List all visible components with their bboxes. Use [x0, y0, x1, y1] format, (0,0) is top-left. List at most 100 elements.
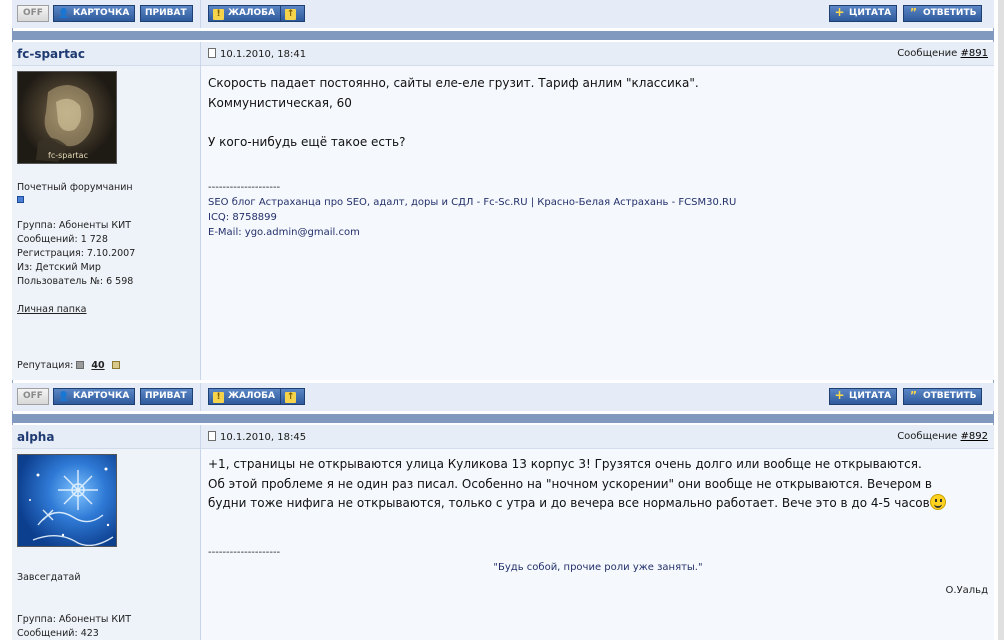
avatar[interactable]: fc-spartac	[17, 71, 117, 164]
document-icon	[208, 48, 216, 58]
signature-line: ICQ: 8758899	[208, 212, 277, 223]
reply-button[interactable]: ” ОТВЕТИТЬ	[903, 388, 983, 405]
arrow-up-icon: ↑	[285, 9, 296, 20]
private-message-button[interactable]: ПРИВАТ	[140, 388, 193, 405]
plus-icon: +	[834, 388, 845, 402]
smile-icon	[929, 494, 946, 510]
post-body: fc-spartac Почетный форумчанин Группа: А…	[12, 66, 994, 380]
post-signature: -------------------- "Будь собой, прочие…	[208, 545, 988, 598]
quote-mark-icon: ”	[909, 389, 918, 402]
post-text-line: Об этой проблеме я не один раз писал. Ос…	[208, 476, 933, 491]
post-text-line: Скорость падает постоянно, сайты еле-еле…	[208, 76, 699, 90]
post-number-label: Сообщение	[897, 48, 958, 59]
signature-divider: --------------------	[208, 182, 281, 193]
warning-icon: !	[213, 392, 224, 403]
post-author[interactable]: fc-spartac	[17, 47, 85, 61]
signature-quote-author: О.Уальд	[945, 585, 988, 596]
signature-line[interactable]: SEO блог Астраханца про SEO, адалт, доры…	[208, 195, 736, 210]
post-text-line: У кого-нибудь ещё такое есть?	[208, 134, 406, 149]
rank-pip-icon	[17, 196, 24, 203]
profile-card-label: КАРТОЧКА	[73, 8, 130, 18]
user-rank: Завсегдатай	[17, 572, 81, 583]
post-separator	[12, 31, 994, 40]
post-separator	[12, 414, 994, 423]
post-header: fc-spartac 10.1.2010, 18:41 Сообщение #8…	[12, 42, 994, 66]
author-info-panel: Завсегдатай Группа: Абоненты КИТ Сообщен…	[12, 449, 201, 640]
private-label: ПРИВАТ	[145, 391, 187, 401]
signature-divider: --------------------	[208, 547, 281, 558]
post-actions-bar: OFF 👤 КАРТОЧКА ПРИВАТ ! ЖАЛОБА ↑ + ЦИТАТА ”…	[12, 0, 994, 28]
quote-label: ЦИТАТА	[849, 8, 892, 18]
snowflake-avatar-image	[29, 467, 114, 546]
post-header: alpha 10.1.2010, 18:45 Сообщение #892	[12, 425, 994, 449]
user-number: Пользователь №: 6 598	[17, 276, 134, 287]
lion-avatar-image: fc-spartac	[36, 84, 94, 162]
scroll-top-button[interactable]: ↑	[280, 388, 305, 405]
avatar[interactable]	[17, 454, 117, 547]
post-text: Скорость падает постоянно, сайты еле-еле…	[208, 74, 988, 152]
quote-button[interactable]: + ЦИТАТА	[829, 5, 898, 22]
user-rank: Почетный форумчанин	[17, 182, 133, 193]
post-date-text: 10.1.2010, 18:45	[220, 432, 307, 443]
warning-icon: !	[213, 9, 224, 20]
online-status-off: OFF	[17, 388, 49, 405]
post-text: +1, страницы не открываются улица Кулико…	[208, 455, 988, 514]
page-scrollbar[interactable]	[998, 0, 1004, 640]
user-post-count: Сообщений: 1 728	[17, 234, 108, 245]
reply-button[interactable]: ” ОТВЕТИТЬ	[903, 5, 983, 22]
profile-card-label: КАРТОЧКА	[73, 391, 130, 401]
profile-card-button[interactable]: 👤 КАРТОЧКА	[53, 5, 136, 22]
post-text-line-content: будни тоже нифига не открываются, только…	[208, 496, 930, 510]
arrow-up-icon: ↑	[285, 392, 296, 403]
post-text-line	[208, 113, 988, 133]
quote-mark-icon: ”	[909, 6, 918, 19]
complaint-label: ЖАЛОБА	[228, 8, 275, 18]
reputation-plus-icon[interactable]	[111, 361, 120, 369]
complaint-button[interactable]: ! ЖАЛОБА	[208, 388, 281, 405]
user-icon: 👤	[58, 392, 70, 402]
user-group: Группа: Абоненты КИТ	[17, 614, 132, 625]
online-status-off: OFF	[17, 5, 49, 22]
post-text-line: +1, страницы не открываются улица Кулико…	[208, 457, 922, 471]
quote-button[interactable]: + ЦИТАТА	[829, 388, 898, 405]
post-actions-bar: OFF 👤 КАРТОЧКА ПРИВАТ ! ЖАЛОБА ↑ + ЦИТАТА ”…	[12, 383, 994, 411]
author-info-panel: fc-spartac Почетный форумчанин Группа: А…	[12, 66, 201, 380]
reputation-label: Репутация:	[17, 360, 74, 371]
post-text-line: будни тоже нифига не открываются, только…	[208, 494, 988, 514]
scroll-top-button[interactable]: ↑	[280, 5, 305, 22]
profile-card-button[interactable]: 👤 КАРТОЧКА	[53, 388, 136, 405]
complaint-label: ЖАЛОБА	[228, 391, 275, 401]
post-permalink[interactable]: #891	[961, 48, 988, 59]
user-group: Группа: Абоненты КИТ	[17, 220, 132, 231]
reputation-value[interactable]: 40	[91, 360, 104, 371]
reputation-minus-icon[interactable]	[76, 361, 85, 369]
reputation: Репутация: 40	[17, 360, 120, 371]
signature-quote: "Будь собой, прочие роли уже заняты."	[493, 562, 703, 573]
signature-line: E-Mail: ygo.admin@gmail.com	[208, 227, 360, 238]
post-date: 10.1.2010, 18:45	[208, 431, 306, 443]
user-registered: Регистрация: 7.10.2007	[17, 248, 136, 259]
post-text-line: Коммунистическая, 60	[208, 95, 352, 110]
plus-icon: +	[834, 5, 845, 19]
private-label: ПРИВАТ	[145, 8, 187, 18]
complaint-button[interactable]: ! ЖАЛОБА	[208, 5, 281, 22]
avatar-caption: fc-spartac	[48, 151, 88, 160]
user-location: Из: Детский Мир	[17, 262, 101, 273]
user-post-count: Сообщений: 423	[17, 628, 99, 639]
user-icon: 👤	[58, 9, 70, 19]
post-permalink[interactable]: #892	[961, 431, 988, 442]
post-number: Сообщение #892	[897, 431, 988, 442]
post-number: Сообщение #891	[897, 48, 988, 59]
post-author[interactable]: alpha	[17, 430, 54, 444]
post-number-label: Сообщение	[897, 431, 958, 442]
reply-label: ОТВЕТИТЬ	[923, 8, 977, 18]
document-icon	[208, 431, 216, 441]
quote-label: ЦИТАТА	[849, 391, 892, 401]
post-signature: -------------------- SEO блог Астраханца…	[208, 180, 736, 240]
post-date: 10.1.2010, 18:41	[208, 48, 306, 60]
personal-folder-link[interactable]: Личная папка	[17, 304, 87, 315]
private-message-button[interactable]: ПРИВАТ	[140, 5, 193, 22]
post-body: Завсегдатай Группа: Абоненты КИТ Сообщен…	[12, 449, 994, 640]
reply-label: ОТВЕТИТЬ	[923, 391, 977, 401]
post-date-text: 10.1.2010, 18:41	[220, 49, 307, 60]
